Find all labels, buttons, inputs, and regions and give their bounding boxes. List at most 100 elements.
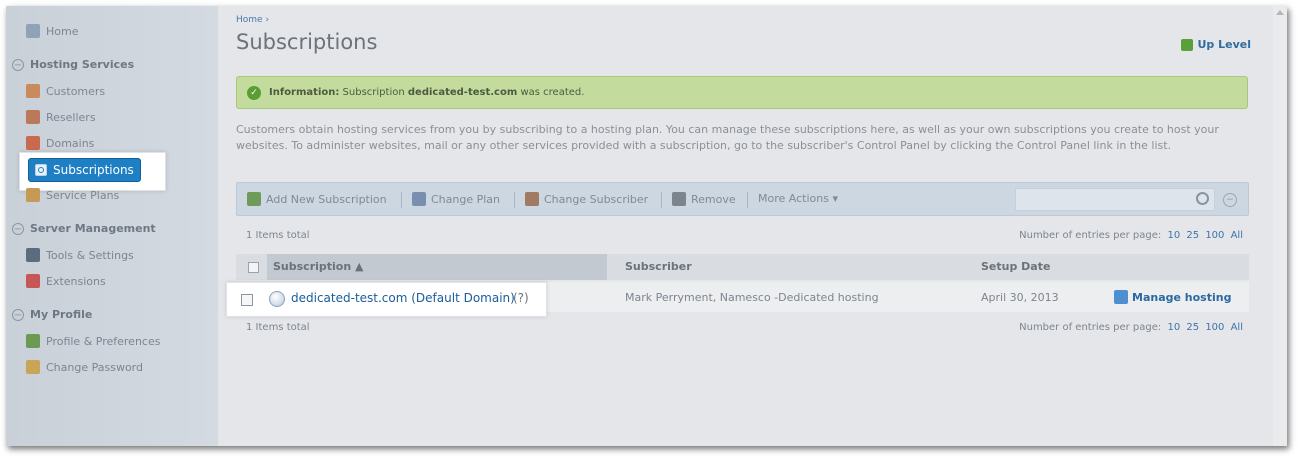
add-icon xyxy=(247,192,261,206)
scroll-up-icon[interactable] xyxy=(1276,10,1284,15)
collapse-icon: − xyxy=(12,308,24,321)
column-header-subscription[interactable]: Subscription ▲ xyxy=(267,254,607,280)
sidebar-group-server-management[interactable]: − Server Management xyxy=(12,222,156,235)
button-label: Remove xyxy=(691,192,736,206)
trash-icon xyxy=(672,192,686,206)
toolbar: Add New Subscription Change Plan Change … xyxy=(236,182,1249,216)
sidebar-item-label: Tools & Settings xyxy=(46,248,134,262)
sidebar-item-profile-preferences[interactable]: Profile & Preferences xyxy=(26,334,160,348)
collapse-toolbar-icon[interactable]: − xyxy=(1223,193,1237,207)
button-label: Change Plan xyxy=(431,192,501,206)
sidebar-item-extensions[interactable]: Extensions xyxy=(26,274,106,288)
column-header-subscriber[interactable]: Subscriber xyxy=(625,254,692,280)
customer-icon xyxy=(26,84,40,98)
add-subscription-button[interactable]: Add New Subscription xyxy=(247,192,387,206)
entries-per-page-bottom: Number of entries per page: 10 25 100 Al… xyxy=(1019,322,1243,333)
per-page-100-link[interactable]: 100 xyxy=(1205,322,1224,333)
button-label: Change Subscriber xyxy=(544,192,649,206)
per-page-10-link[interactable]: 10 xyxy=(1167,230,1180,241)
info-text: was created. xyxy=(520,87,585,98)
manage-hosting-icon xyxy=(1114,290,1128,304)
reseller-icon xyxy=(26,110,40,124)
sidebar: Home − Hosting Services Customers Resell… xyxy=(6,6,218,446)
per-page-100-link[interactable]: 100 xyxy=(1205,230,1224,241)
sidebar-item-customers[interactable]: Customers xyxy=(26,84,105,98)
button-label: More Actions ▾ xyxy=(758,192,838,205)
toolbar-divider xyxy=(514,192,515,208)
change-subscriber-button[interactable]: Change Subscriber xyxy=(525,192,648,206)
toolbar-divider xyxy=(747,192,748,208)
change-subscriber-icon xyxy=(525,192,539,206)
domain-icon xyxy=(26,136,40,150)
per-page-all-link[interactable]: All xyxy=(1231,230,1243,241)
manage-hosting-label: Manage hosting xyxy=(1132,290,1232,304)
home-icon xyxy=(26,24,40,38)
scrollbar[interactable] xyxy=(1273,6,1287,446)
breadcrumb[interactable]: Home › xyxy=(236,15,269,25)
sidebar-item-label: Domains xyxy=(46,136,95,150)
items-total: 1 Items total xyxy=(246,230,310,241)
column-header-setup-date[interactable]: Setup Date xyxy=(981,254,1050,280)
sidebar-group-label: My Profile xyxy=(30,308,93,321)
info-message: ✓ Information: Subscription dedicated-te… xyxy=(236,76,1248,109)
info-label: Information: xyxy=(269,87,340,98)
sidebar-group-hosting-services[interactable]: − Hosting Services xyxy=(12,58,134,71)
sidebar-item-subscriptions[interactable]: Subscriptions xyxy=(28,158,141,182)
profile-icon xyxy=(26,334,40,348)
globe-icon xyxy=(269,291,285,307)
sidebar-item-resellers[interactable]: Resellers xyxy=(26,110,96,124)
subscriber-cell: Mark Perryment, Namesco -Dedicated hosti… xyxy=(625,291,879,304)
sidebar-item-label: Home xyxy=(46,24,79,38)
info-subscription-name: dedicated-test.com xyxy=(407,87,518,98)
sidebar-item-home[interactable]: Home xyxy=(26,24,78,38)
sidebar-item-label: Change Password xyxy=(46,360,143,374)
sidebar-item-service-plans[interactable]: Service Plans xyxy=(26,188,119,202)
page-description: Customers obtain hosting services from y… xyxy=(236,123,1219,152)
search-field-overlay xyxy=(1015,188,1215,211)
table-header: Subscription ▲ Subscriber Setup Date xyxy=(236,254,1249,280)
up-level-link[interactable]: Up Level xyxy=(1181,38,1251,51)
extensions-icon xyxy=(26,274,40,288)
more-actions-dropdown[interactable]: More Actions ▾ xyxy=(758,192,838,205)
remove-button[interactable]: Remove xyxy=(672,192,736,206)
change-plan-button[interactable]: Change Plan xyxy=(412,192,500,206)
highlighted-subscription-row: dedicated-test.com (Default Domain) (?) xyxy=(226,282,547,317)
toolbar-divider xyxy=(401,192,402,208)
sidebar-group-label: Server Management xyxy=(30,222,156,235)
info-text: Subscription xyxy=(342,87,405,98)
main-content: Home › Subscriptions Up Level ✓ Informat… xyxy=(218,6,1287,446)
collapse-icon: − xyxy=(12,58,24,71)
help-link[interactable]: (?) xyxy=(513,291,529,305)
sidebar-item-change-password[interactable]: Change Password xyxy=(26,360,143,374)
sidebar-group-my-profile[interactable]: − My Profile xyxy=(12,308,92,321)
row-checkbox[interactable] xyxy=(241,294,253,306)
per-page-10-link[interactable]: 10 xyxy=(1167,322,1180,333)
manage-hosting-link[interactable]: Manage hosting xyxy=(1114,290,1231,304)
sidebar-item-label: Service Plans xyxy=(46,188,120,202)
items-total-bottom: 1 Items total xyxy=(246,322,310,333)
sidebar-item-label: Customers xyxy=(46,84,106,98)
per-page-25-link[interactable]: 25 xyxy=(1186,322,1199,333)
entries-per-page: Number of entries per page: 10 25 100 Al… xyxy=(1019,230,1243,241)
sidebar-item-label: Resellers xyxy=(46,110,96,124)
sidebar-item-tools-settings[interactable]: Tools & Settings xyxy=(26,248,134,262)
service-plan-icon xyxy=(26,188,40,202)
sidebar-selection-highlight: Subscriptions xyxy=(19,152,166,191)
screenshot-frame: Home − Hosting Services Customers Resell… xyxy=(6,6,1287,446)
per-page-25-link[interactable]: 25 xyxy=(1186,230,1199,241)
tools-icon xyxy=(26,248,40,262)
search-icon[interactable] xyxy=(1196,192,1209,205)
button-label: Add New Subscription xyxy=(266,192,387,206)
change-plan-icon xyxy=(412,192,426,206)
collapse-icon: − xyxy=(12,222,24,235)
toolbar-divider xyxy=(661,192,662,208)
up-level-icon xyxy=(1181,38,1194,51)
sidebar-item-label: Subscriptions xyxy=(53,163,134,177)
per-page-label: Number of entries per page: xyxy=(1019,322,1162,333)
sidebar-group-label: Hosting Services xyxy=(30,58,135,71)
sidebar-item-label: Profile & Preferences xyxy=(46,334,161,348)
sidebar-item-domains[interactable]: Domains xyxy=(26,136,94,150)
per-page-all-link[interactable]: All xyxy=(1231,322,1243,333)
select-all-checkbox[interactable] xyxy=(248,262,259,273)
subscription-link[interactable]: dedicated-test.com (Default Domain) xyxy=(291,291,515,305)
